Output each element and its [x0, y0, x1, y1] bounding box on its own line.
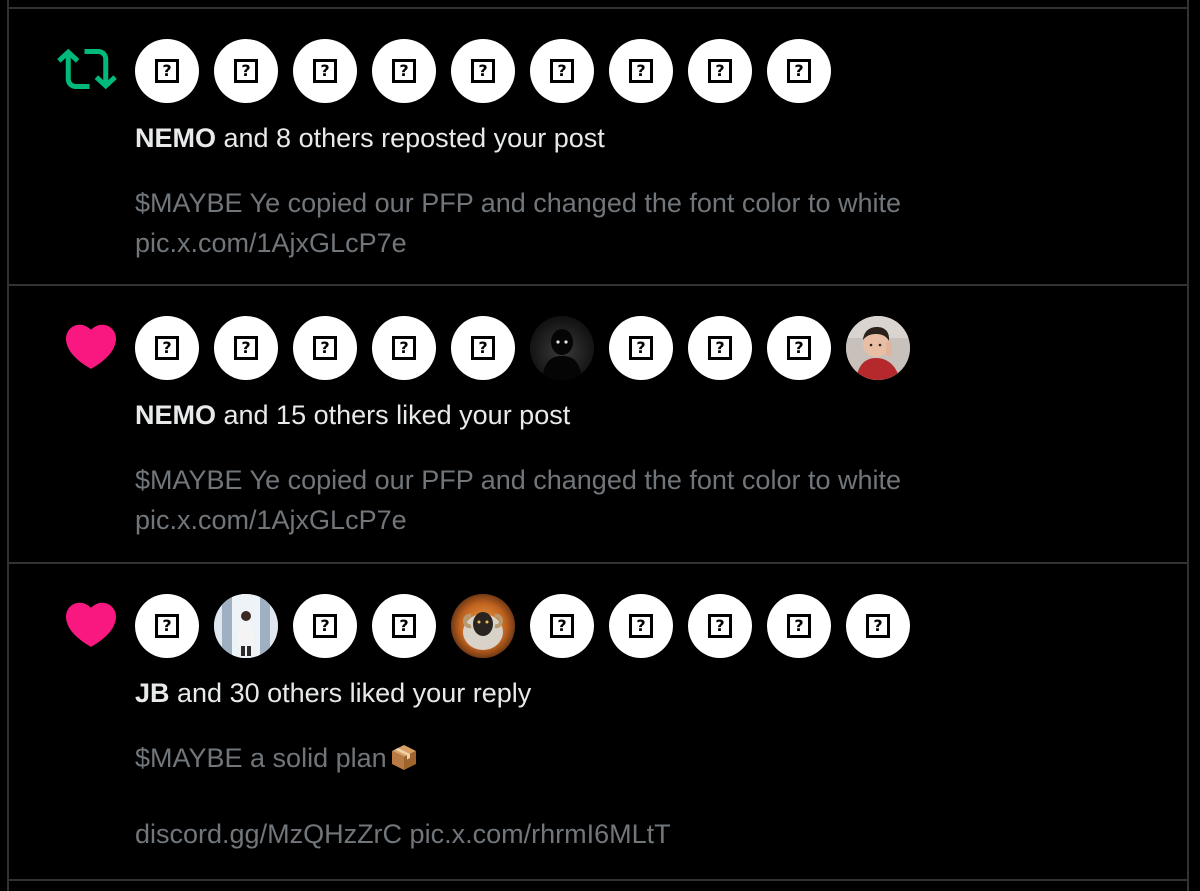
missing-image-icon: ? — [471, 336, 495, 360]
notifications-feed: ? ? ? ? ? ? ? ? ? NEMO and 8 others repo… — [0, 0, 1200, 891]
avatar[interactable]: ? — [767, 316, 831, 380]
avatar[interactable]: ? — [214, 316, 278, 380]
missing-image-icon: ? — [629, 614, 653, 638]
actor-name[interactable]: NEMO — [135, 123, 216, 153]
missing-image-icon: ? — [155, 59, 179, 83]
missing-image-icon: ? — [392, 336, 416, 360]
avatar[interactable]: ? — [293, 39, 357, 103]
missing-image-icon: ? — [787, 614, 811, 638]
preview-links[interactable]: discord.gg/MzQHzZrC pic.x.com/rhrmI6MLtT — [135, 814, 671, 854]
avatar[interactable]: ? — [846, 594, 910, 658]
actor-name[interactable]: NEMO — [135, 400, 216, 430]
action-text: and 15 others liked your post — [216, 400, 571, 430]
avatar[interactable]: ? — [451, 316, 515, 380]
avatar[interactable]: ? — [135, 594, 199, 658]
avatar[interactable]: ? — [609, 39, 673, 103]
avatar[interactable]: ? — [135, 39, 199, 103]
preview-text: $MAYBE a solid plan — [135, 743, 387, 773]
preview-link[interactable]: pic.x.com/1AjxGLcP7e — [135, 223, 901, 263]
missing-image-icon: ? — [866, 614, 890, 638]
notification-like-reply[interactable]: ? ? ? ? ? ? ? ? JB and 30 others liked y… — [9, 564, 1187, 879]
missing-image-icon: ? — [392, 614, 416, 638]
missing-image-icon: ? — [787, 336, 811, 360]
missing-image-icon: ? — [392, 59, 416, 83]
avatar-person-photo[interactable] — [214, 594, 278, 658]
avatar[interactable]: ? — [609, 594, 673, 658]
missing-image-icon: ? — [471, 59, 495, 83]
missing-image-icon: ? — [155, 614, 179, 638]
missing-image-icon: ? — [550, 59, 574, 83]
avatar[interactable]: ? — [688, 316, 752, 380]
missing-image-icon: ? — [629, 336, 653, 360]
avatar[interactable]: ? — [451, 39, 515, 103]
avatar[interactable]: ? — [767, 39, 831, 103]
avatar[interactable]: ? — [688, 39, 752, 103]
avatar[interactable]: ? — [609, 316, 673, 380]
avatar[interactable]: ? — [135, 316, 199, 380]
notification-like-post[interactable]: ? ? ? ? ? ? ? ? NEMO and 15 others liked… — [9, 286, 1187, 562]
avatar-dark-figure[interactable] — [530, 316, 594, 380]
actor-name[interactable]: JB — [135, 678, 170, 708]
missing-image-icon: ? — [313, 336, 337, 360]
avatar[interactable]: ? — [372, 316, 436, 380]
post-preview[interactable]: $MAYBE Ye copied our PFP and changed the… — [135, 460, 901, 540]
missing-image-icon: ? — [313, 614, 337, 638]
avatar[interactable]: ? — [293, 316, 357, 380]
action-text: and 8 others reposted your post — [216, 123, 605, 153]
avatar[interactable]: ? — [214, 39, 278, 103]
reply-preview[interactable]: $MAYBE a solid plan discord.gg/MzQHzZrC … — [135, 738, 671, 854]
avatar[interactable]: ? — [688, 594, 752, 658]
column-border-right — [1187, 0, 1189, 891]
missing-image-icon: ? — [708, 59, 732, 83]
avatar-sheep-photo[interactable] — [451, 594, 515, 658]
avatar[interactable]: ? — [293, 594, 357, 658]
preview-text-row: $MAYBE a solid plan — [135, 738, 671, 778]
notification-headline: JB and 30 others liked your reply — [135, 678, 531, 709]
avatar[interactable]: ? — [767, 594, 831, 658]
package-emoji-icon — [389, 742, 419, 772]
missing-image-icon: ? — [708, 336, 732, 360]
post-preview[interactable]: $MAYBE Ye copied our PFP and changed the… — [135, 183, 901, 263]
dark-figure-image — [530, 316, 594, 380]
avatar[interactable]: ? — [530, 594, 594, 658]
missing-image-icon: ? — [708, 614, 732, 638]
divider — [7, 879, 1189, 881]
avatar[interactable]: ? — [530, 39, 594, 103]
notification-headline: NEMO and 15 others liked your post — [135, 400, 570, 431]
action-text: and 30 others liked your reply — [169, 678, 532, 708]
heart-icon — [61, 594, 121, 654]
missing-image-icon: ? — [234, 336, 258, 360]
avatar[interactable]: ? — [372, 594, 436, 658]
missing-image-icon: ? — [629, 59, 653, 83]
notification-repost[interactable]: ? ? ? ? ? ? ? ? ? NEMO and 8 others repo… — [9, 9, 1187, 284]
avatar-row: ? ? ? ? ? ? ? ? ? — [135, 39, 831, 103]
heart-icon — [61, 316, 121, 376]
person-photo-image — [214, 594, 278, 658]
child-photo-image — [846, 316, 910, 380]
missing-image-icon: ? — [550, 614, 574, 638]
preview-link[interactable]: pic.x.com/1AjxGLcP7e — [135, 500, 901, 540]
avatar-row: ? ? ? ? ? ? ? ? — [135, 316, 910, 380]
missing-image-icon: ? — [787, 59, 811, 83]
avatar-child-photo[interactable] — [846, 316, 910, 380]
missing-image-icon: ? — [313, 59, 337, 83]
avatar-row: ? ? ? ? ? ? ? ? — [135, 594, 910, 658]
repost-icon — [57, 39, 117, 99]
missing-image-icon: ? — [234, 59, 258, 83]
preview-text: $MAYBE Ye copied our PFP and changed the… — [135, 465, 902, 495]
avatar[interactable]: ? — [372, 39, 436, 103]
sheep-photo-image — [451, 594, 515, 658]
preview-text: $MAYBE Ye copied our PFP and changed the… — [135, 188, 902, 218]
missing-image-icon: ? — [155, 336, 179, 360]
notification-headline: NEMO and 8 others reposted your post — [135, 123, 605, 154]
